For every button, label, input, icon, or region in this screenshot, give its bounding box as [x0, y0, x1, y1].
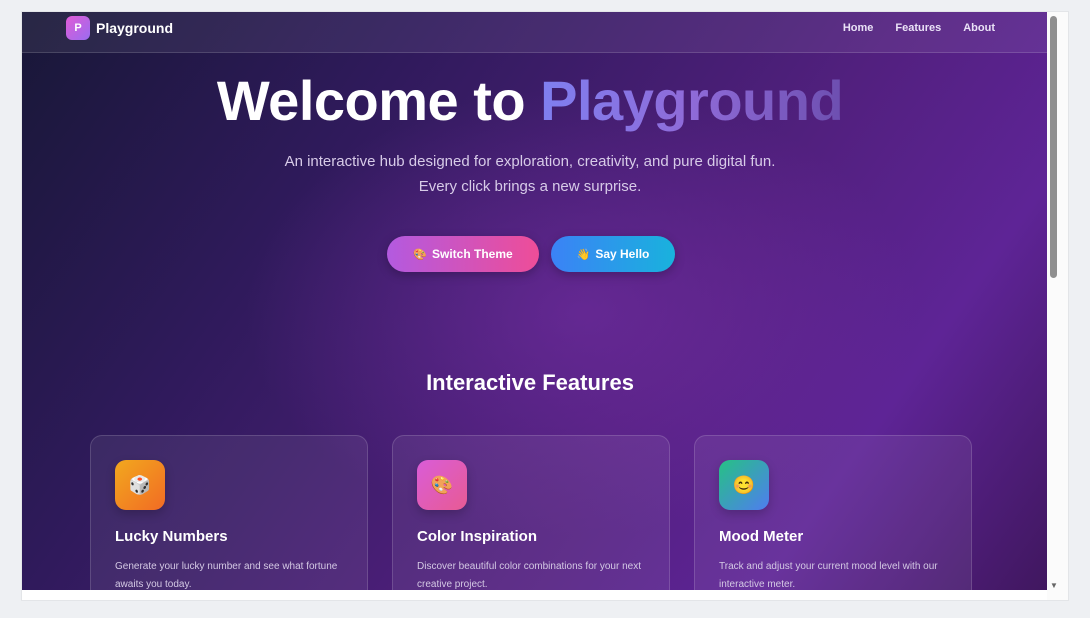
- card-description: Generate your lucky number and see what …: [115, 561, 338, 590]
- hero-subtitle: An interactive hub designed for explorat…: [284, 153, 776, 195]
- palette-icon: 🎨: [417, 460, 467, 510]
- card-description: Track and adjust your current mood level…: [719, 561, 938, 590]
- nav-link-about[interactable]: About: [963, 22, 995, 34]
- card-title: Color Inspiration: [417, 528, 537, 545]
- nav-link-features[interactable]: Features: [895, 22, 941, 34]
- feature-card-color-inspiration[interactable]: 🎨 Color Inspiration Discover beautiful c…: [392, 435, 670, 590]
- nav-link-home[interactable]: Home: [843, 22, 874, 34]
- browser-window: P Playground Home Features About Welcome…: [22, 12, 1068, 600]
- hero-title-accent: Playground: [540, 69, 844, 132]
- switch-theme-label: Switch Theme: [432, 247, 513, 261]
- hero-title-prefix: Welcome to: [216, 69, 541, 132]
- hero-title: Welcome to Playground: [22, 68, 1038, 133]
- card-title: Mood Meter: [719, 528, 804, 545]
- card-title: Lucky Numbers: [115, 528, 228, 545]
- smile-icon: 😊: [719, 460, 769, 510]
- page-viewport: P Playground Home Features About Welcome…: [22, 12, 1047, 590]
- switch-theme-button[interactable]: 🎨 Switch Theme: [387, 236, 539, 272]
- logo-badge: P: [66, 16, 90, 40]
- card-description: Discover beautiful color combinations fo…: [417, 561, 641, 590]
- nav-links: Home Features About: [843, 22, 995, 34]
- feature-card-mood-meter[interactable]: 😊 Mood Meter Track and adjust your curre…: [694, 435, 972, 590]
- feature-card-lucky-numbers[interactable]: 🎲 Lucky Numbers Generate your lucky numb…: [90, 435, 368, 590]
- scrollbar-thumb[interactable]: [1050, 16, 1057, 278]
- brand-logo[interactable]: P Playground: [66, 16, 173, 40]
- section-title: Interactive Features: [426, 370, 634, 395]
- dice-icon: 🎲: [115, 460, 165, 510]
- brand-name: Playground: [96, 20, 174, 36]
- say-hello-button[interactable]: 👋 Say Hello: [551, 236, 675, 272]
- palette-icon: 🎨: [413, 248, 427, 261]
- say-hello-label: Say Hello: [595, 247, 650, 261]
- wave-icon: 👋: [576, 248, 591, 261]
- top-navbar: P Playground Home Features About: [22, 12, 1047, 53]
- scroll-down-icon[interactable]: ▼: [1049, 581, 1059, 591]
